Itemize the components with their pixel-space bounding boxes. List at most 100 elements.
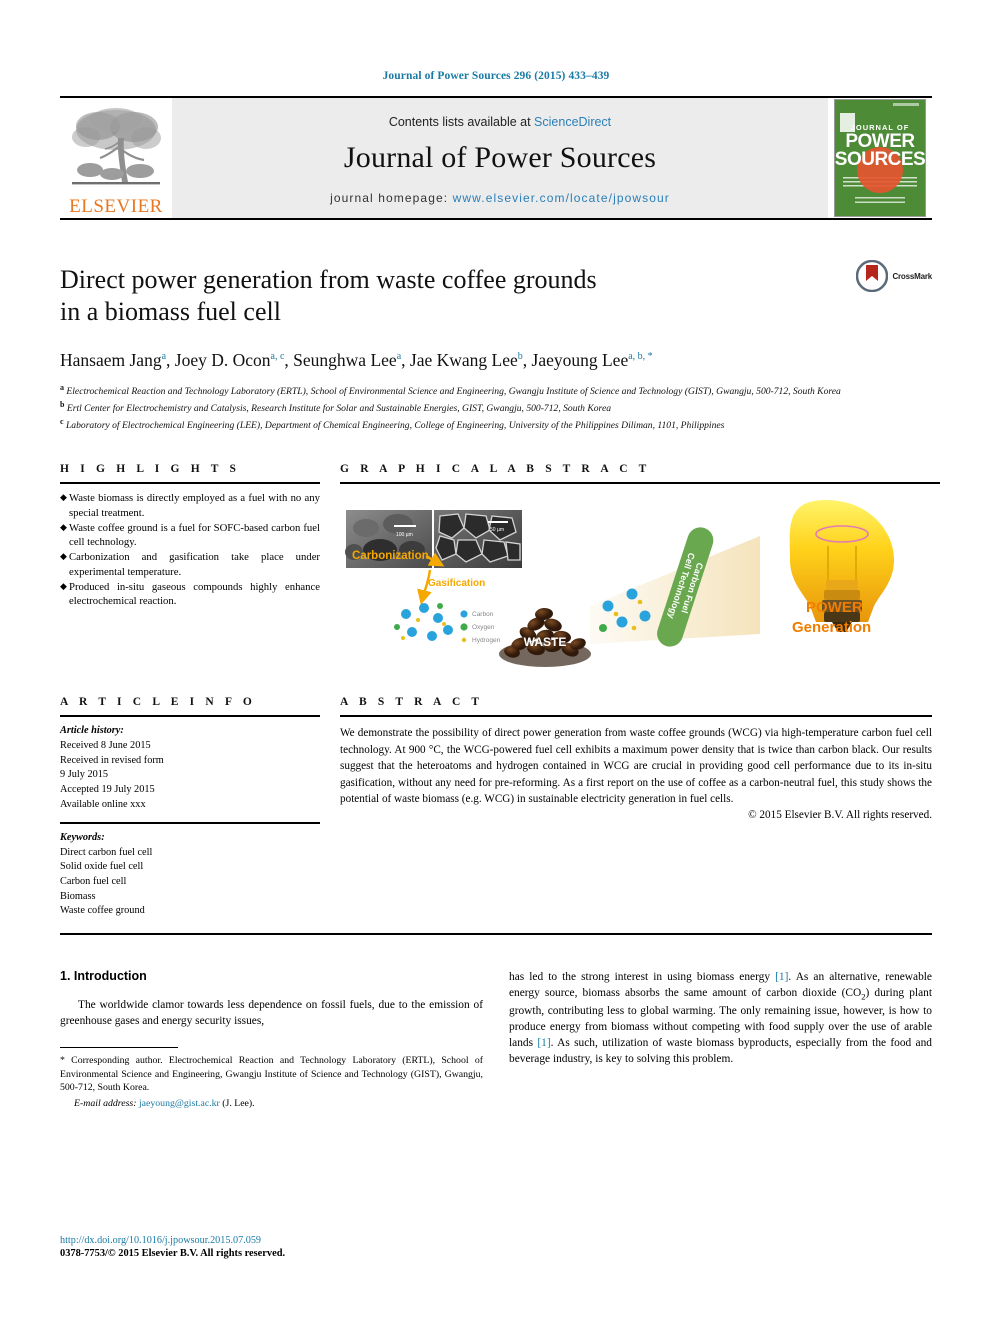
highlight-text: Waste biomass is directly employed as a …	[69, 492, 320, 519]
abstract-column: A B S T R A C T We demonstrate the possi…	[340, 696, 932, 918]
keywords-label: Keywords:	[60, 832, 105, 844]
sem-image-right: 50 µm	[434, 510, 522, 569]
author-affil-mark: b	[517, 351, 523, 363]
abstract-heading: A B S T R A C T	[340, 696, 484, 709]
svg-text:Oxygen: Oxygen	[472, 624, 495, 631]
intro-paragraph-left: The worldwide clamor towards less depend…	[60, 998, 483, 1028]
highlight-text: Waste coffee ground is a fuel for SOFC-b…	[69, 521, 320, 549]
elsevier-wordmark: ELSEVIER	[69, 196, 163, 217]
keywords-block: Keywords: Direct carbon fuel cell Solid …	[60, 824, 320, 919]
footnote-text: Corresponding author. Electrochemical Re…	[60, 1055, 483, 1094]
author-name[interactable]: Hansaem Jang	[60, 350, 162, 370]
affiliation-mark: c	[60, 417, 64, 427]
affiliation-mark: a	[60, 383, 64, 393]
doi-link[interactable]: http://dx.doi.org/10.1016/j.jpowsour.201…	[60, 1234, 500, 1248]
homepage-prefix: journal homepage:	[330, 191, 453, 205]
cover-sources-text: SOURCES	[834, 149, 926, 171]
coffee-bean-pile: WASTE	[499, 608, 591, 668]
journal-cover-thumbnail: JOURNAL OF POWER SOURCES	[828, 98, 932, 218]
label-generation: Generation	[792, 619, 871, 636]
masthead-bottom-rule	[60, 218, 932, 220]
keyword-item: Solid oxide fuel cell	[60, 861, 144, 873]
history-item: Received 8 June 2015	[60, 740, 151, 752]
crossmark-label: CrossMark	[892, 271, 932, 281]
graphical-abstract-heading: G R A P H I C A L A B S T R A C T	[340, 463, 651, 476]
highlights-list: ◆ Waste biomass is directly employed as a…	[60, 484, 320, 608]
history-item: Available online xxx	[60, 798, 146, 810]
journal-homepage-line: journal homepage: www.elsevier.com/locat…	[330, 191, 670, 205]
body-column-left: 1. Introduction The worldwide clamor tow…	[60, 969, 483, 1111]
cover-elsevier-mark-icon	[840, 113, 855, 132]
list-item: ◆ Waste coffee ground is a fuel for SOFC-…	[60, 521, 320, 549]
affiliation-text: Ertl Center for Electrochemistry and Cat…	[66, 403, 611, 415]
svg-text:50 µm: 50 µm	[490, 527, 504, 533]
author-affil-mark: a, b, *	[628, 351, 653, 363]
homepage-url[interactable]: www.elsevier.com/locate/jpowsour	[453, 191, 670, 205]
author-affil-mark: a	[161, 351, 167, 363]
sciencedirect-link[interactable]: ScienceDirect	[534, 115, 611, 129]
page-footer: http://dx.doi.org/10.1016/j.jpowsour.201…	[60, 1234, 500, 1259]
crossmark-badge[interactable]: CrossMark	[856, 260, 932, 292]
article-history-label: Article history:	[60, 725, 124, 737]
graphical-abstract-figure: 100 µm 50 µm Carbonization Gasification …	[340, 484, 940, 670]
contents-prefix: Contents lists available at	[388, 115, 535, 129]
elsevier-logo: ELSEVIER	[60, 98, 172, 218]
particle-legend: Carbon Oxygen Hydrogen	[460, 610, 501, 644]
keyword-item: Waste coffee ground	[60, 905, 145, 917]
body-column-right: has led to the strong interest in using …	[509, 969, 932, 1111]
abstract-text: We demonstrate the possibility of direct…	[340, 727, 932, 805]
issn-copyright: 0378-7753/© 2015 Elsevier B.V. All right…	[60, 1248, 286, 1259]
running-head: Journal of Power Sources 296 (2015) 433–…	[382, 70, 610, 82]
article-history: Article history: Received 8 June 2015 Re…	[60, 717, 320, 812]
keyword-item: Direct carbon fuel cell	[60, 846, 153, 858]
affiliation-text: Laboratory of Electrochemical Engineerin…	[65, 420, 725, 432]
masthead-center: Contents lists available at ScienceDirec…	[172, 98, 828, 218]
history-item: Accepted 19 July 2015	[60, 783, 155, 795]
bullet-icon: ◆	[60, 551, 67, 562]
elsevier-tree-icon	[72, 108, 161, 185]
intro-text-d: . As such, utilization of waste biomass …	[509, 1037, 932, 1066]
title-line-2: in a biomass fuel cell	[60, 296, 281, 326]
bullet-icon: ◆	[60, 521, 67, 532]
highlights-column: H I G H L I G H T S ◆ Waste biomass is di…	[60, 463, 320, 670]
highlight-text: Carbonization and gasification take plac…	[69, 551, 320, 578]
abstract-copyright: © 2015 Elsevier B.V. All rights reserved…	[748, 809, 932, 822]
history-item: 9 July 2015	[60, 769, 109, 781]
affiliation-item: b Ertl Center for Electrochemistry and C…	[60, 399, 932, 416]
title-line-1: Direct power generation from waste coffe…	[60, 265, 597, 294]
affiliation-text: Electrochemical Reaction and Technology …	[66, 386, 841, 398]
page-title: Direct power generation from waste coffe…	[60, 264, 780, 327]
affiliations: a Electrochemical Reaction and Technolog…	[60, 382, 932, 433]
author-name[interactable]: Jaeyoung Lee	[532, 350, 629, 370]
citation-ref-2[interactable]: [1]	[537, 1037, 550, 1049]
email-link[interactable]: jaeyoung@gist.ac.kr	[139, 1098, 220, 1109]
graphical-abstract-image: 100 µm 50 µm Carbonization Gasification …	[340, 494, 940, 670]
article-info-column: A R T I C L E I N F O Article history: R…	[60, 696, 320, 918]
keyword-item: Biomass	[60, 890, 96, 902]
graphical-abstract-column: G R A P H I C A L A B S T R A C T 100 µm…	[340, 463, 940, 670]
cover-artwork: JOURNAL OF POWER SOURCES	[834, 99, 926, 217]
intro-text-a: has led to the strong interest in using …	[509, 970, 776, 983]
intro-paragraph-right: has led to the strong interest in using …	[509, 969, 932, 1068]
particle-cloud-left	[394, 603, 453, 642]
label-carbonization: Carbonization	[352, 550, 429, 562]
history-item: Received in revised form	[60, 754, 164, 766]
bullet-icon: ◆	[60, 492, 67, 503]
section-title-introduction: 1. Introduction	[60, 968, 147, 983]
body-columns: 1. Introduction The worldwide clamor tow…	[60, 969, 932, 1111]
author-affil-mark: a	[396, 351, 402, 363]
corresponding-author-footnote: * Corresponding author. Electrochemical …	[60, 1054, 483, 1110]
title-block: CrossMark Direct power generation from w…	[60, 260, 932, 433]
author-affil-mark: a, c	[270, 351, 285, 363]
highlights-graphical-band: H I G H L I G H T S ◆ Waste biomass is di…	[60, 463, 940, 670]
citation-ref-1[interactable]: [1]	[775, 971, 788, 983]
svg-text:100 µm: 100 µm	[396, 532, 413, 538]
affiliation-item: a Electrochemical Reaction and Technolog…	[60, 382, 932, 399]
label-gasification: Gasification	[428, 578, 485, 589]
svg-text:Hydrogen: Hydrogen	[472, 637, 501, 644]
list-item: ◆ Produced in-situ gaseous compounds high…	[60, 580, 320, 608]
author-name[interactable]: Joey D. Ocon	[175, 350, 271, 370]
author-name[interactable]: Jae Kwang Lee	[410, 350, 518, 370]
highlight-text: Produced in-situ gaseous compounds highl…	[69, 580, 320, 608]
author-name[interactable]: Seunghwa Lee	[293, 350, 397, 370]
